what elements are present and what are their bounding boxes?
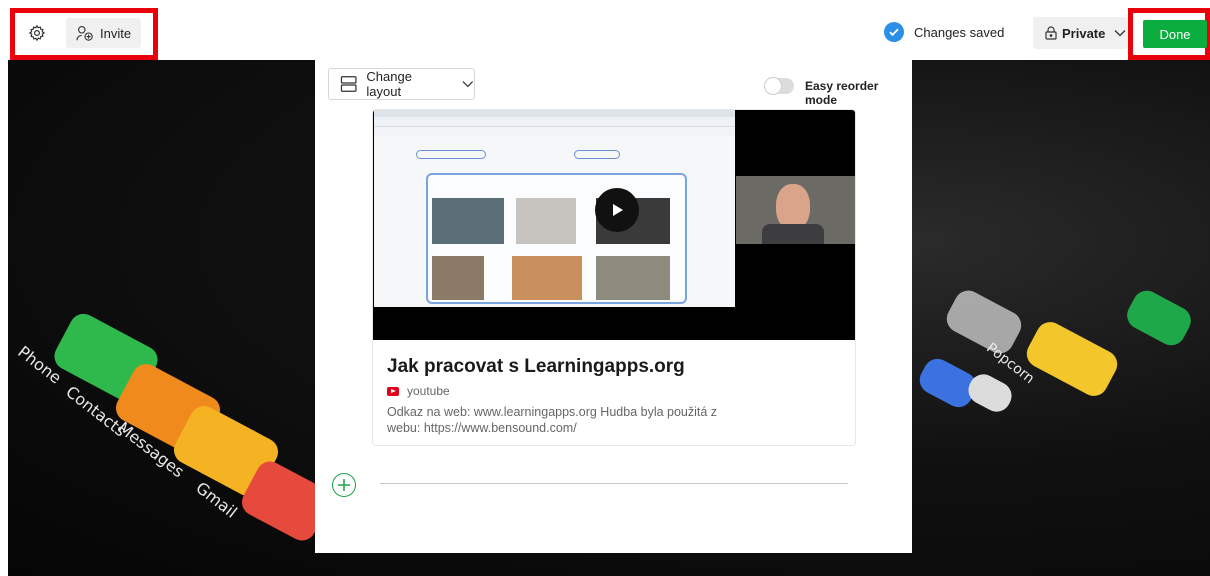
toggle-knob xyxy=(764,77,782,95)
webcam-overlay xyxy=(736,176,855,244)
app-icon-1 xyxy=(941,285,1027,359)
post-description: Odkaz na web: www.learningapps.org Hudba… xyxy=(387,405,718,435)
easy-reorder-toggle[interactable] xyxy=(764,77,794,95)
lock-icon xyxy=(1045,26,1057,40)
add-post-button[interactable] xyxy=(332,473,356,497)
status-text: Changes saved xyxy=(914,24,1005,40)
top-bar: Invite Changes saved Private Done xyxy=(0,0,1210,60)
post-card[interactable]: Jak pracovat s Learningapps.org youtube … xyxy=(372,109,856,446)
change-layout-button[interactable]: Change layout xyxy=(328,68,475,100)
highlight-box-left xyxy=(10,8,158,60)
easy-reorder-label: Easy reorder mode xyxy=(805,79,879,107)
post-title: Jak pracovat s Learningapps.org xyxy=(387,356,685,377)
source-label: youtube xyxy=(407,384,450,398)
divider xyxy=(380,483,848,484)
privacy-label: Private xyxy=(1062,25,1106,41)
add-circle-icon xyxy=(338,479,350,491)
play-icon xyxy=(613,204,623,216)
check-circle-icon xyxy=(884,22,904,42)
chevron-down-icon xyxy=(462,81,474,88)
chevron-down-icon xyxy=(1114,30,1126,37)
privacy-dropdown[interactable]: Private xyxy=(1033,17,1128,49)
youtube-icon xyxy=(387,386,399,396)
video-screen xyxy=(374,110,735,307)
post-editor-panel: Change layout Easy reorder mode Jak prac… xyxy=(315,60,912,553)
done-button[interactable]: Done xyxy=(1143,20,1207,48)
play-button[interactable] xyxy=(595,188,639,232)
post-source: youtube xyxy=(387,384,450,398)
layout-icon xyxy=(340,76,357,92)
video-thumbnail[interactable] xyxy=(373,110,855,340)
app-icon-3 xyxy=(1122,285,1196,351)
app-icon-2 xyxy=(1021,317,1123,401)
change-layout-label: Change layout xyxy=(366,69,412,99)
save-status: Changes saved xyxy=(884,22,1004,42)
